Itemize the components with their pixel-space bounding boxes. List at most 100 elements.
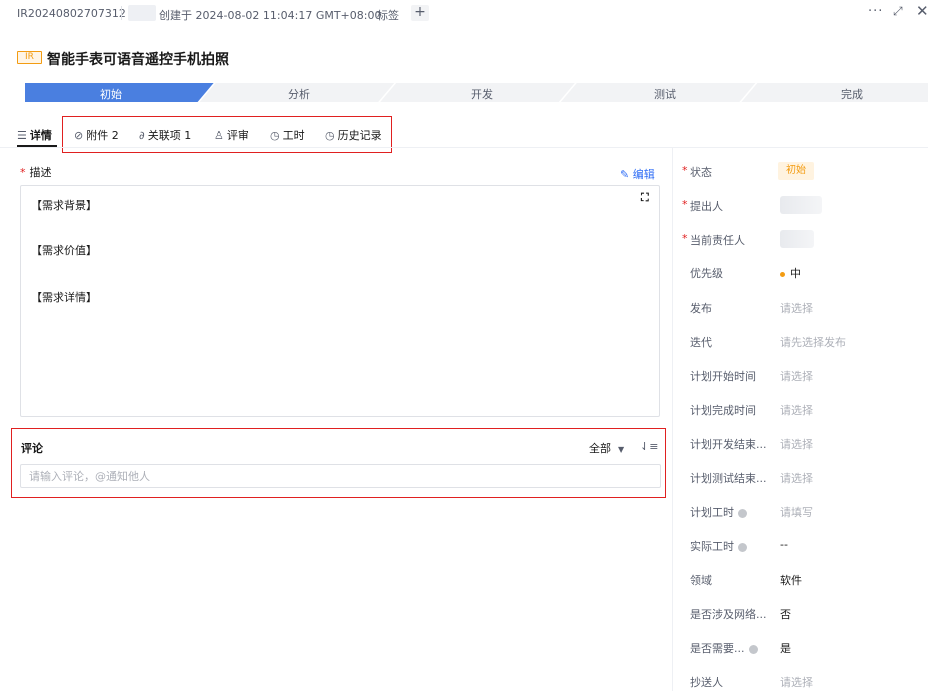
required-mark: * — [682, 232, 688, 245]
property-value[interactable]: 请先选择发布 — [780, 334, 846, 350]
property-label: 发布 — [690, 300, 712, 316]
step-testing[interactable]: 测试 — [654, 86, 676, 102]
property-label-text: 提出人 — [690, 200, 723, 213]
edit-button[interactable]: ✎ 编辑 — [620, 166, 655, 182]
priority-value[interactable]: 中 — [780, 265, 801, 281]
property-value[interactable]: 请选择 — [780, 300, 813, 316]
required-mark: * — [20, 166, 26, 179]
property-label-text: 实际工时 — [690, 540, 734, 553]
description-editor[interactable]: ⛶ 【需求背景】 【需求价值】 【需求详情】 — [20, 185, 660, 417]
edit-label: 编辑 — [632, 168, 655, 181]
add-tag-button[interactable]: + — [411, 5, 429, 21]
expand-icon[interactable]: ⤢ — [893, 4, 903, 19]
property-label-text: 优先级 — [690, 267, 723, 280]
property-label: 优先级 — [690, 265, 723, 281]
priority-text: 中 — [790, 267, 801, 280]
created-timestamp: 创建于 2024-08-02 11:04:17 GMT+08:00 — [159, 9, 382, 22]
comment-filter-dropdown[interactable]: 全部 ▼ — [589, 440, 624, 456]
side-panel-divider — [672, 148, 673, 691]
tab-details[interactable]: ☰ 详情 — [17, 127, 52, 143]
property-label-text: 迭代 — [690, 336, 712, 349]
property-row: 计划开发结束... 请选择 — [682, 434, 928, 454]
avatar[interactable] — [780, 230, 814, 248]
property-row: 计划工时 请填写 — [682, 502, 928, 522]
property-row: * 状态 初始 — [682, 162, 928, 182]
property-label: 是否涉及网络... — [690, 606, 767, 622]
property-row: 抄送人 请选择 — [682, 672, 928, 691]
property-row: 计划测试结束... 请选择 — [682, 468, 928, 488]
description-section-background: 【需求背景】 — [31, 199, 97, 212]
property-label: 实际工时 — [690, 538, 747, 554]
step-analysis[interactable]: 分析 — [288, 86, 310, 102]
property-value[interactable]: 请填写 — [780, 504, 813, 520]
property-row: 优先级 中 — [682, 263, 928, 283]
top-bar: IR20240802707312 创建于 2024-08-02 11:04:17… — [0, 0, 928, 28]
avatar[interactable] — [780, 196, 822, 214]
property-label: 领域 — [690, 572, 712, 588]
type-badge: IR — [17, 51, 42, 64]
help-icon[interactable] — [738, 542, 747, 552]
property-row: 计划完成时间 请选择 — [682, 400, 928, 420]
step-initial[interactable]: 初始 — [100, 86, 122, 102]
divider — [121, 6, 122, 20]
creator-avatar — [128, 5, 156, 21]
required-mark: * — [682, 198, 688, 211]
workflow-steps: 初始 分析 开发 测试 完成 — [25, 83, 928, 102]
property-value[interactable]: 请选择 — [780, 674, 813, 690]
property-row: 计划开始时间 请选择 — [682, 366, 928, 386]
tabs-divider — [0, 147, 928, 148]
property-value[interactable]: 软件 — [780, 572, 802, 588]
page-title: 智能手表可语音遥控手机拍照 — [47, 52, 229, 68]
property-value[interactable]: 请选择 — [780, 470, 813, 486]
property-row: 领域 软件 — [682, 570, 928, 590]
sort-icon[interactable]: ⇃≡ — [640, 440, 658, 453]
property-label: * 状态 — [682, 164, 712, 180]
help-icon[interactable] — [738, 508, 747, 518]
property-value[interactable]: 是 — [780, 640, 791, 656]
property-label-text: 抄送人 — [690, 676, 723, 689]
fullscreen-icon[interactable]: ⛶ — [641, 191, 649, 205]
property-label: * 当前责任人 — [682, 232, 745, 248]
property-value[interactable]: 请选择 — [780, 436, 813, 452]
property-row: 是否涉及网络... 否 — [682, 604, 928, 624]
comment-input[interactable] — [20, 464, 661, 488]
property-label: 抄送人 — [690, 674, 723, 690]
caret-down-icon: ▼ — [618, 445, 625, 454]
description-section-value: 【需求价值】 — [31, 244, 97, 257]
description-label: * 描述 — [20, 164, 52, 180]
property-label: 迭代 — [690, 334, 712, 350]
property-label: 计划完成时间 — [690, 402, 756, 418]
property-label-text: 计划开发结束... — [690, 438, 767, 451]
property-value[interactable]: 请选择 — [780, 402, 813, 418]
property-label-text: 是否涉及网络... — [690, 608, 767, 621]
property-label-text: 计划测试结束... — [690, 472, 767, 485]
property-label-text: 当前责任人 — [690, 234, 745, 247]
step-development[interactable]: 开发 — [471, 86, 493, 102]
more-icon[interactable]: ··· — [868, 4, 883, 19]
property-value[interactable]: 请选择 — [780, 368, 813, 384]
priority-dot-icon — [780, 271, 785, 277]
property-label: 计划开始时间 — [690, 368, 756, 384]
property-label-text: 领域 — [690, 574, 712, 587]
property-value[interactable]: -- — [780, 538, 788, 551]
item-id: IR20240802707312 — [17, 7, 126, 20]
step-done[interactable]: 完成 — [841, 86, 863, 102]
tag-label: 标签 — [377, 9, 399, 22]
property-value[interactable]: 否 — [780, 606, 791, 622]
tab-label: 详情 — [29, 129, 52, 142]
property-label-text: 发布 — [690, 302, 712, 315]
property-label-text: 状态 — [690, 166, 712, 179]
property-label: 计划开发结束... — [690, 436, 767, 452]
property-row: 迭代 请先选择发布 — [682, 332, 928, 352]
edit-icon: ✎ — [620, 168, 633, 181]
close-icon[interactable]: ✕ — [916, 2, 928, 20]
status-badge[interactable]: 初始 — [778, 162, 814, 180]
help-icon[interactable] — [748, 644, 758, 654]
required-mark: * — [682, 164, 688, 177]
description-section-details: 【需求详情】 — [31, 291, 97, 304]
document-icon: ☰ — [17, 129, 27, 142]
property-row: * 提出人 — [682, 196, 928, 216]
property-label-text: 计划开始时间 — [690, 370, 756, 383]
property-label: 计划测试结束... — [690, 470, 767, 486]
comment-title: 评论 — [21, 442, 43, 455]
